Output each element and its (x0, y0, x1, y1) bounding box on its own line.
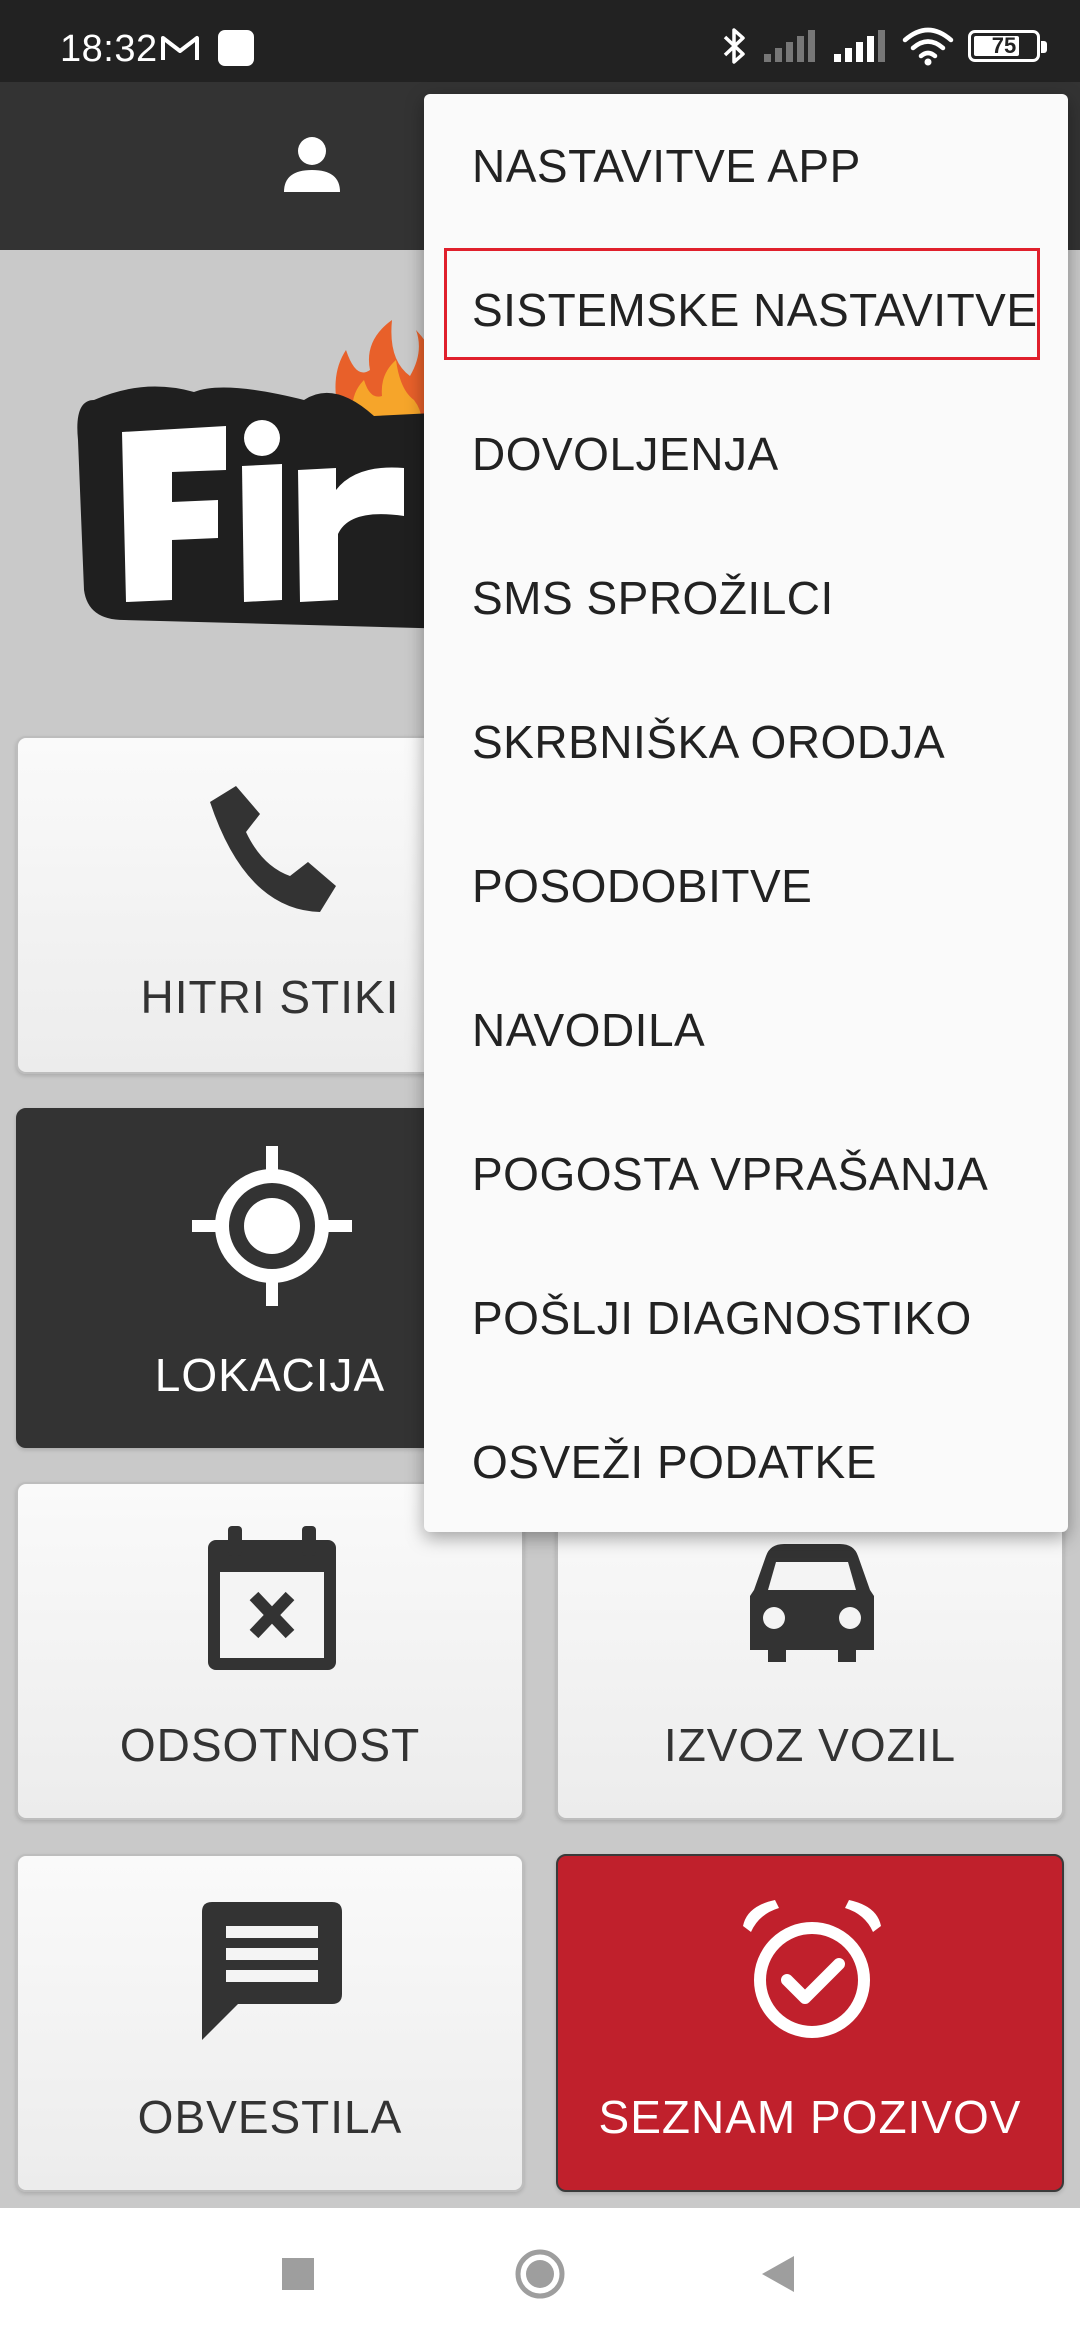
menu-item-osvezi-podatke[interactable]: OSVEŽI PODATKE (424, 1390, 1068, 1534)
square-icon[interactable] (280, 2256, 316, 2292)
menu-item-skrbniska-orodja[interactable]: SKRBNIŠKA ORODJA (424, 670, 1068, 814)
calendar-x-icon (208, 1526, 336, 1670)
menu-item-nastavitve-app[interactable]: NASTAVITVE APP (424, 94, 1068, 238)
menu-item-dovoljenja[interactable]: DOVOLJENJA (424, 382, 1068, 526)
system-nav-bar (0, 2208, 1080, 2340)
menu-item-sistemske-nastavitve[interactable]: SISTEMSKE NASTAVITVE (424, 238, 1068, 382)
overflow-menu: NASTAVITVE APP SISTEMSKE NASTAVITVE DOVO… (424, 94, 1068, 1532)
status-time: 18:32 (60, 28, 158, 70)
tile-label: OBVESTILA (137, 2091, 403, 2143)
gmail-icon (161, 36, 199, 60)
tile-obvestila[interactable]: OBVESTILA (16, 1854, 524, 2192)
status-bar: 18:32 75 (0, 0, 1080, 82)
menu-item-sms-sprozilci[interactable]: SMS SPROŽILCI (424, 526, 1068, 670)
bluetooth-icon (723, 28, 745, 64)
crosshair-icon (192, 1146, 352, 1306)
wifi-icon (902, 27, 954, 66)
battery-percent: 75 (991, 33, 1017, 58)
status-icons: 75 (722, 24, 1047, 68)
signal-strength-icon (764, 30, 815, 62)
phone-icon (210, 786, 336, 912)
tile-seznam-pozivov[interactable]: SEZNAM POZIVOV (556, 1854, 1064, 2192)
menu-item-posodobitve[interactable]: POSODOBITVE (424, 814, 1068, 958)
alarm-check-icon (743, 1900, 881, 2038)
person-icon[interactable] (282, 134, 342, 194)
triangle-back-icon[interactable] (760, 2254, 796, 2294)
notification-app-icon (218, 30, 254, 66)
message-icon (202, 1902, 342, 2040)
menu-item-poslji-diagnostiko[interactable]: POŠLJI DIAGNOSTIKO (424, 1246, 1068, 1390)
menu-item-navodila[interactable]: NAVODILA (424, 958, 1068, 1102)
menu-item-pogosta-vprasanja[interactable]: POGOSTA VPRAŠANJA (424, 1102, 1068, 1246)
car-icon (750, 1544, 874, 1662)
battery-cap (1041, 41, 1047, 53)
tile-label: IZVOZ VOZIL (663, 1719, 957, 1771)
circle-icon[interactable] (514, 2248, 566, 2300)
tile-label: SEZNAM POZIVOV (598, 2091, 1022, 2143)
battery-indicator: 75 (968, 30, 1047, 62)
tile-label: ODSOTNOST (119, 1719, 421, 1771)
signal-strength-icon-2 (834, 30, 885, 62)
